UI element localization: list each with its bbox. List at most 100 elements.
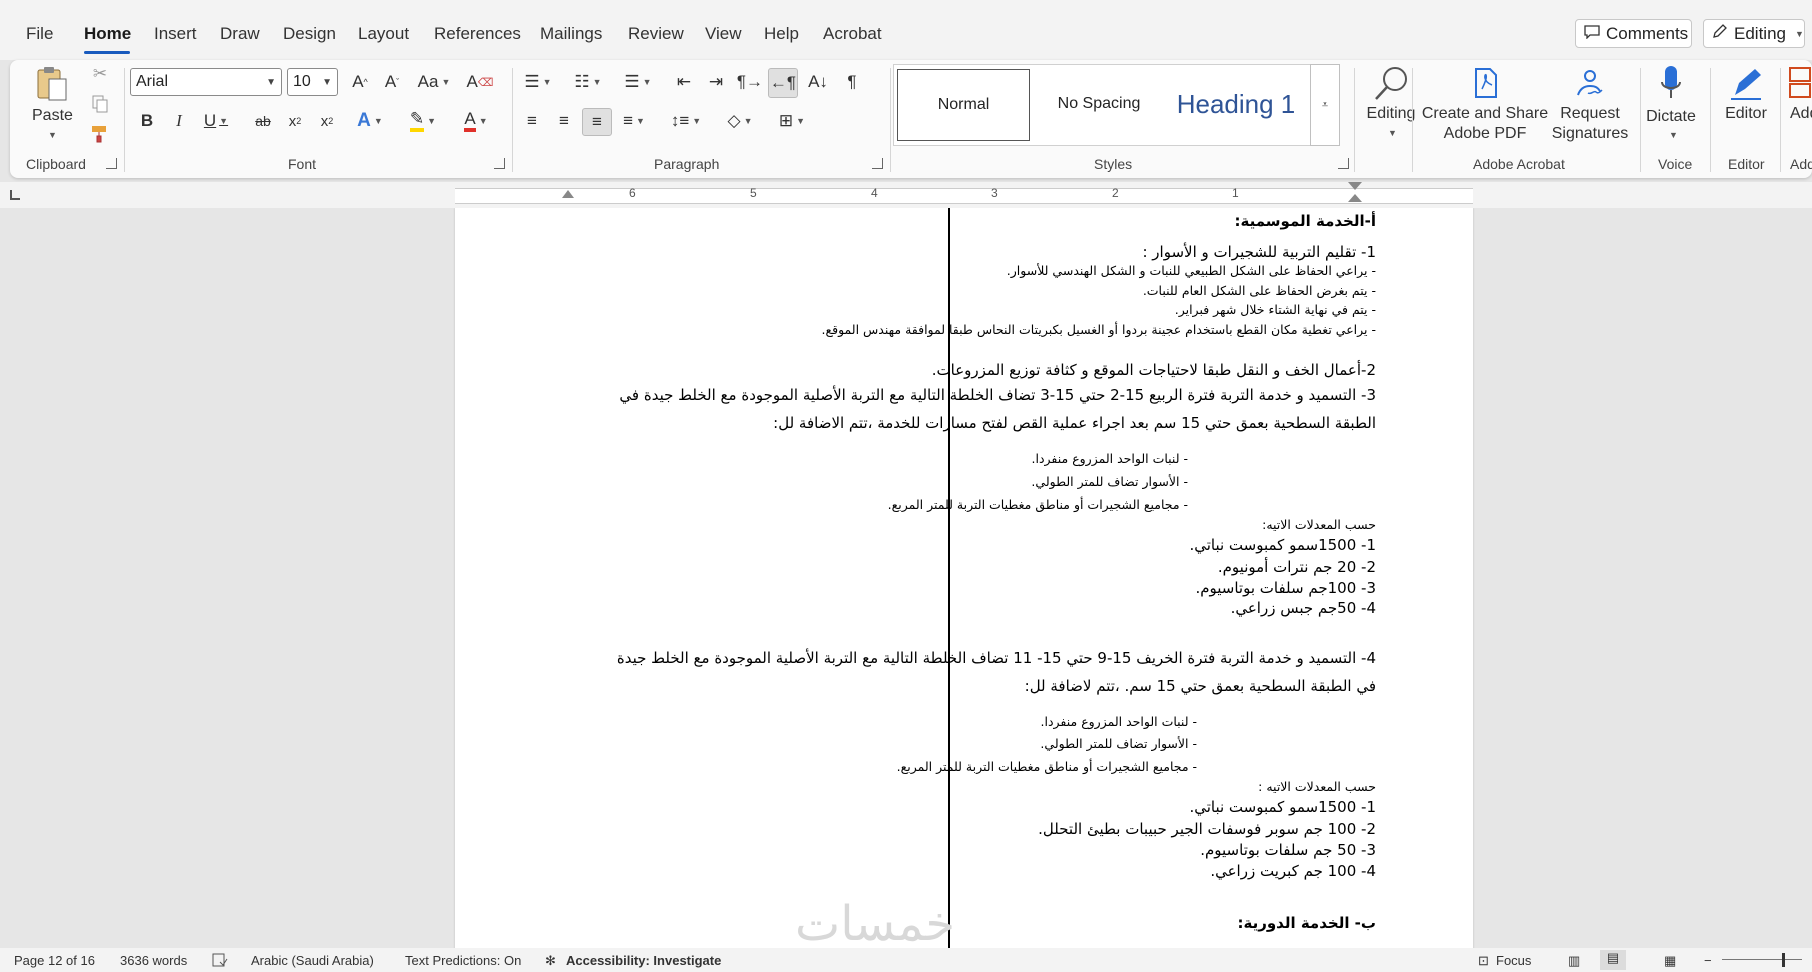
paste-icon[interactable] — [34, 64, 70, 104]
bold-icon[interactable]: B — [134, 108, 160, 134]
comments-button[interactable]: Comments — [1575, 19, 1692, 48]
line-spacing-icon[interactable]: ↕≡ ▼ — [666, 108, 706, 134]
left-indent-marker[interactable] — [562, 190, 574, 198]
justify-icon[interactable]: ≡ ▼ — [614, 108, 654, 134]
font-size-combo[interactable]: 10 ▼ — [287, 68, 338, 96]
document-area[interactable]: أ-الخدمة الموسمية: 1- تقليم التربية للشج… — [0, 208, 1812, 948]
paste-dropdown-icon[interactable]: ▼ — [48, 130, 57, 140]
editing-mode-button[interactable]: Editing ▼ — [1703, 19, 1805, 48]
font-name-combo[interactable]: Arial ▼ — [130, 68, 282, 96]
change-case-icon[interactable]: Aa ▼ — [413, 68, 455, 96]
highlight-icon[interactable]: ✎ ▼ — [400, 108, 446, 134]
multilevel-list-icon[interactable]: ☰ ▼ — [618, 68, 658, 96]
tab-references[interactable]: References — [434, 24, 521, 44]
focus-icon[interactable]: ⊡ — [1478, 953, 1489, 969]
styles-more-icon[interactable]: ⩡ — [1310, 64, 1340, 146]
format-painter-icon[interactable] — [88, 122, 112, 146]
web-layout-icon[interactable]: ▦ — [1664, 953, 1676, 969]
italic-icon[interactable]: I — [166, 108, 192, 134]
tab-design[interactable]: Design — [283, 24, 336, 44]
focus-label[interactable]: Focus — [1496, 953, 1531, 968]
font-size-value: 10 — [293, 73, 311, 90]
request-label-2[interactable]: Signatures — [1548, 124, 1632, 143]
word-count[interactable]: 3636 words — [120, 953, 187, 968]
editing-label[interactable]: Editing — [1356, 104, 1426, 123]
read-mode-icon[interactable]: ▥ — [1568, 953, 1580, 969]
tab-acrobat[interactable]: Acrobat — [823, 24, 882, 44]
increase-indent-icon[interactable]: ⇥ — [702, 68, 730, 96]
align-right-icon[interactable]: ≡ — [582, 108, 612, 136]
paragraph-launcher-icon[interactable] — [872, 158, 883, 169]
tab-home[interactable]: Home — [84, 24, 131, 44]
tab-file[interactable]: File — [26, 24, 53, 44]
clear-formatting-icon[interactable]: A ⌫ — [466, 68, 494, 96]
align-center-icon[interactable]: ≡ — [550, 108, 578, 134]
tab-help[interactable]: Help — [764, 24, 799, 44]
zoom-slider-thumb[interactable] — [1782, 953, 1785, 967]
page-count[interactable]: Page 12 of 16 — [14, 953, 95, 968]
style-heading-1[interactable]: Heading 1 — [1166, 69, 1306, 139]
styles-launcher-icon[interactable] — [1338, 158, 1349, 169]
language-status[interactable]: Arabic (Saudi Arabia) — [251, 953, 374, 968]
addins-icon[interactable] — [1788, 64, 1812, 102]
zoom-out-icon[interactable]: − — [1704, 953, 1712, 968]
shading-icon[interactable]: ◇ ▼ — [720, 108, 760, 134]
tab-selector-icon[interactable] — [10, 190, 20, 200]
style-no-spacing[interactable]: No Spacing — [1034, 69, 1164, 139]
copy-icon[interactable] — [88, 92, 112, 116]
shrink-font-icon[interactable]: Aˇ — [378, 68, 406, 96]
strikethrough-icon[interactable]: ab — [250, 108, 276, 134]
show-marks-icon[interactable]: ¶ — [838, 68, 866, 96]
cut-icon[interactable]: ✂ — [88, 62, 112, 86]
zoom-slider[interactable] — [1722, 959, 1802, 960]
chevron-down-icon[interactable]: ▼ — [1388, 128, 1397, 138]
request-label[interactable]: Request — [1548, 104, 1632, 123]
decrease-indent-icon[interactable]: ⇤ — [670, 68, 698, 96]
print-layout-icon[interactable]: ▤ — [1600, 950, 1626, 970]
font-color-icon[interactable]: A ▼ — [454, 108, 498, 134]
accessibility-status[interactable]: Accessibility: Investigate — [566, 953, 721, 968]
editor-label[interactable]: Editor — [1716, 104, 1776, 123]
rtl-direction-icon[interactable]: ←¶ — [768, 68, 798, 98]
text-effects-icon[interactable]: A ▼ — [350, 108, 390, 134]
first-line-indent-marker[interactable] — [1348, 182, 1362, 190]
borders-icon[interactable]: ⊞ ▼ — [772, 108, 812, 134]
create-pdf-icon[interactable] — [1468, 64, 1504, 102]
chevron-down-icon[interactable]: ▼ — [1669, 130, 1678, 140]
accessibility-icon[interactable]: ✻ — [545, 953, 556, 969]
watermark-logo: خمسات — [795, 896, 956, 948]
addins-label[interactable]: Add — [1790, 104, 1812, 123]
tab-view[interactable]: View — [705, 24, 742, 44]
bullets-icon[interactable]: ☰ ▼ — [518, 68, 558, 96]
grow-font-icon[interactable]: A ^ — [346, 68, 374, 96]
dictate-label[interactable]: Dictate — [1640, 107, 1702, 126]
superscript-icon[interactable]: x2 — [314, 108, 340, 134]
clipboard-launcher-icon[interactable] — [106, 158, 117, 169]
style-normal[interactable]: Normal — [897, 69, 1030, 141]
tab-mailings[interactable]: Mailings — [540, 24, 602, 44]
align-left-icon[interactable]: ≡ — [518, 108, 546, 134]
hanging-indent-marker[interactable] — [1348, 194, 1362, 202]
horizontal-ruler[interactable]: 6 5 4 3 2 1 — [0, 182, 1812, 208]
text-predictions-status[interactable]: Text Predictions: On — [405, 953, 521, 968]
microphone-icon[interactable] — [1656, 62, 1686, 106]
underline-icon[interactable]: U ▼ — [198, 108, 234, 134]
paragraph: 3- التسميد و خدمة التربة فترة الربيع 15-… — [619, 386, 1376, 404]
find-magnifier-icon[interactable] — [1356, 62, 1426, 106]
proofing-icon[interactable] — [212, 953, 228, 970]
numbering-icon[interactable]: ☷ ▼ — [568, 68, 608, 96]
document-page[interactable]: أ-الخدمة الموسمية: 1- تقليم التربية للشج… — [455, 208, 1473, 948]
editor-pen-icon[interactable] — [1726, 62, 1766, 106]
create-share-label-2[interactable]: Adobe PDF — [1420, 124, 1550, 143]
ltr-direction-icon[interactable]: ¶→ — [736, 68, 764, 96]
tab-draw[interactable]: Draw — [220, 24, 260, 44]
subscript-icon[interactable]: x2 — [282, 108, 308, 134]
font-launcher-icon[interactable] — [494, 158, 505, 169]
create-share-label[interactable]: Create and Share — [1420, 104, 1550, 123]
tab-layout[interactable]: Layout — [358, 24, 409, 44]
paste-label[interactable]: Paste — [32, 106, 73, 125]
tab-review[interactable]: Review — [628, 24, 684, 44]
sort-icon[interactable]: A↓ — [804, 68, 832, 96]
request-signatures-icon[interactable] — [1572, 64, 1608, 102]
tab-insert[interactable]: Insert — [154, 24, 197, 44]
